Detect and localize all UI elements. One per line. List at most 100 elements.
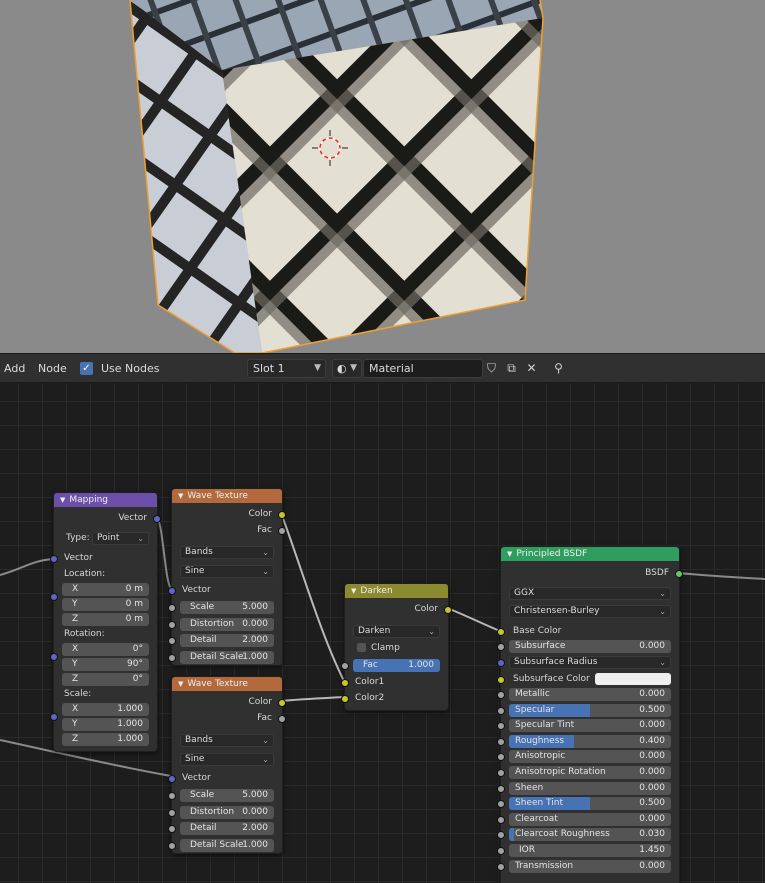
wave1-in-vector-socket[interactable]: [168, 587, 176, 595]
mapping-scale-x-field[interactable]: X 1.000: [62, 703, 149, 716]
mapping-location-z-field[interactable]: Z 0 m: [62, 613, 149, 626]
bsdf-anisotropic-rotation-socket[interactable]: [497, 769, 505, 777]
bsdf-subsurface-color-socket[interactable]: [497, 676, 505, 684]
add-menu[interactable]: Add: [4, 362, 25, 375]
material-browse-button[interactable]: ◐ ▼: [332, 359, 362, 378]
bsdf-specular-socket[interactable]: [497, 706, 505, 715]
mapping-rotation-y-field[interactable]: Y 90°: [62, 658, 149, 671]
wave2-detail-socket[interactable]: [168, 825, 176, 833]
mapping-node-header[interactable]: ▼ Mapping: [54, 493, 157, 507]
wave1-detail-field[interactable]: Detail 2.000: [180, 634, 274, 647]
bsdf-subsurface-field[interactable]: Subsurface 0.000: [509, 640, 671, 653]
clamp-checkbox[interactable]: [357, 643, 366, 652]
bsdf-clearcoat-roughness-field[interactable]: Clearcoat Roughness 0.030: [509, 828, 671, 842]
mapping-type-dropdown[interactable]: Point ⌄: [92, 532, 149, 545]
wave2-detail-scale-socket[interactable]: [168, 841, 176, 850]
mapping-out-vector-socket[interactable]: [153, 515, 161, 523]
bsdf-roughness-socket[interactable]: [497, 737, 505, 746]
wave2-out-fac-socket[interactable]: [278, 715, 286, 723]
bsdf-ior-socket[interactable]: [497, 847, 505, 855]
mapping-scale-z-field[interactable]: Z 1.000: [62, 733, 149, 746]
wave2-detail-field[interactable]: Detail 2.000: [180, 822, 274, 835]
wave2-scale-field[interactable]: Scale 5.000: [180, 789, 274, 802]
node-editor-canvas[interactable]: ▼ Mapping Vector Type: Point ⌄ Vector Loca…: [0, 383, 765, 883]
darken-in-color1-socket[interactable]: [341, 679, 349, 687]
darken-node-header[interactable]: ▼ Darken: [345, 584, 448, 598]
bsdf-metallic-socket[interactable]: [497, 691, 505, 699]
bsdf-transmission-socket[interactable]: [497, 862, 505, 871]
mapping-node[interactable]: ▼ Mapping Vector Type: Point ⌄ Vector Loca…: [50, 492, 161, 752]
wave2-distortion-field[interactable]: Distortion 0.000: [180, 805, 274, 819]
darken-fac-slider[interactable]: Fac 1.000: [353, 659, 440, 672]
bsdf-node-header[interactable]: ▼ Principled BSDF: [501, 547, 679, 561]
use-nodes-checkbox[interactable]: ✓: [80, 362, 93, 375]
bsdf-sheen-field[interactable]: Sheen 0.000: [509, 781, 671, 795]
bsdf-subsurface-radius-socket[interactable]: [497, 659, 505, 667]
bsdf-roughness-field[interactable]: Roughness 0.400: [509, 734, 671, 748]
wave1-type-dropdown[interactable]: Bands ⌄: [180, 546, 274, 559]
bsdf-base-color-socket[interactable]: [497, 628, 505, 636]
bsdf-transmission-field[interactable]: Transmission 0.000: [509, 859, 671, 873]
material-name-field[interactable]: Material: [363, 359, 483, 378]
darken-mix-node[interactable]: ▼ Darken Color Darken ⌄ Clamp Fac 1.000 Co…: [341, 583, 452, 711]
mapping-in-vector-socket[interactable]: [50, 555, 58, 563]
wave1-node-header[interactable]: ▼ Wave Texture: [172, 489, 282, 503]
darken-in-color2-socket[interactable]: [341, 695, 349, 703]
collapse-triangle-icon[interactable]: ▼: [178, 492, 183, 500]
wave2-distortion-socket[interactable]: [168, 808, 176, 817]
mapping-location-y-field[interactable]: Y 0 m: [62, 598, 149, 611]
collapse-triangle-icon[interactable]: ▼: [60, 496, 65, 504]
wave1-out-color-socket[interactable]: [278, 511, 286, 519]
bsdf-clearcoat-socket[interactable]: [497, 815, 505, 824]
mapping-scale-y-field[interactable]: Y 1.000: [62, 718, 149, 731]
wave1-distortion-socket[interactable]: [168, 620, 176, 629]
mapping-rotation-z-field[interactable]: Z 0°: [62, 673, 149, 686]
darken-out-color-socket[interactable]: [444, 606, 452, 614]
mapping-location-socket[interactable]: [50, 593, 58, 601]
darken-blend-dropdown[interactable]: Darken ⌄: [353, 625, 440, 638]
wave1-scale-socket[interactable]: [168, 604, 176, 612]
wave2-node-header[interactable]: ▼ Wave Texture: [172, 677, 282, 691]
darken-fac-socket[interactable]: [341, 662, 349, 670]
bsdf-specular-tint-socket[interactable]: [497, 722, 505, 731]
wave-texture-node-2[interactable]: ▼ Wave Texture Color Fac Bands ⌄ Sine ⌄ Vec…: [168, 676, 286, 854]
pin-icon[interactable]: ⚲: [550, 360, 567, 377]
3d-viewport[interactable]: [0, 0, 765, 353]
bsdf-sheen-tint-field[interactable]: Sheen Tint 0.500: [509, 797, 671, 811]
bsdf-subsurface-socket[interactable]: [497, 643, 505, 651]
principled-bsdf-node[interactable]: ▼ Principled BSDF BSDF GGX ⌄ Christensen-B…: [497, 546, 683, 883]
wave-texture-node-1[interactable]: ▼ Wave Texture Color Fac Bands ⌄ Sine ⌄ Vec…: [168, 488, 286, 666]
bsdf-anisotropic-socket[interactable]: [497, 753, 505, 762]
node-menu[interactable]: Node: [38, 362, 67, 375]
mapping-location-x-field[interactable]: X 0 m: [62, 583, 149, 596]
bsdf-anisotropic-rotation-field[interactable]: Anisotropic Rotation 0.000: [509, 766, 671, 779]
bsdf-subsurface-radius-dropdown[interactable]: Subsurface Radius ⌄: [509, 656, 671, 669]
wave1-profile-dropdown[interactable]: Sine ⌄: [180, 565, 274, 578]
bsdf-subsurface-method-dropdown[interactable]: Christensen-Burley ⌄: [509, 605, 671, 618]
mapping-rotation-socket[interactable]: [50, 653, 58, 661]
wave2-scale-socket[interactable]: [168, 792, 176, 800]
wave1-detail-scale-socket[interactable]: [168, 653, 176, 662]
mapping-scale-socket[interactable]: [50, 713, 58, 721]
bsdf-specular-tint-field[interactable]: Specular Tint 0.000: [509, 719, 671, 733]
wave2-in-vector-socket[interactable]: [168, 775, 176, 783]
shield-icon[interactable]: ⛉: [483, 360, 500, 377]
mapping-rotation-x-field[interactable]: X 0°: [62, 643, 149, 656]
bsdf-distribution-dropdown[interactable]: GGX ⌄: [509, 587, 671, 600]
wave1-detail-scale-field[interactable]: Detail Scale 1.000: [180, 650, 274, 664]
bsdf-specular-field[interactable]: Specular 0.500: [509, 703, 671, 717]
wave2-profile-dropdown[interactable]: Sine ⌄: [180, 753, 274, 766]
bsdf-clearcoat-roughness-socket[interactable]: [497, 831, 505, 840]
bsdf-subsurface-color-swatch[interactable]: [595, 673, 671, 685]
collapse-triangle-icon[interactable]: ▼: [507, 550, 512, 558]
slot-dropdown[interactable]: Slot 1 ▼: [247, 359, 326, 378]
copy-icon[interactable]: ⧉: [503, 360, 520, 377]
collapse-triangle-icon[interactable]: ▼: [351, 587, 356, 595]
wave1-scale-field[interactable]: Scale 5.000: [180, 601, 274, 614]
wave2-out-color-socket[interactable]: [278, 699, 286, 707]
wave2-type-dropdown[interactable]: Bands ⌄: [180, 734, 274, 747]
bsdf-metallic-field[interactable]: Metallic 0.000: [509, 688, 671, 701]
bsdf-sheen-tint-socket[interactable]: [497, 800, 505, 809]
wave1-detail-socket[interactable]: [168, 637, 176, 645]
wave1-out-fac-socket[interactable]: [278, 527, 286, 535]
